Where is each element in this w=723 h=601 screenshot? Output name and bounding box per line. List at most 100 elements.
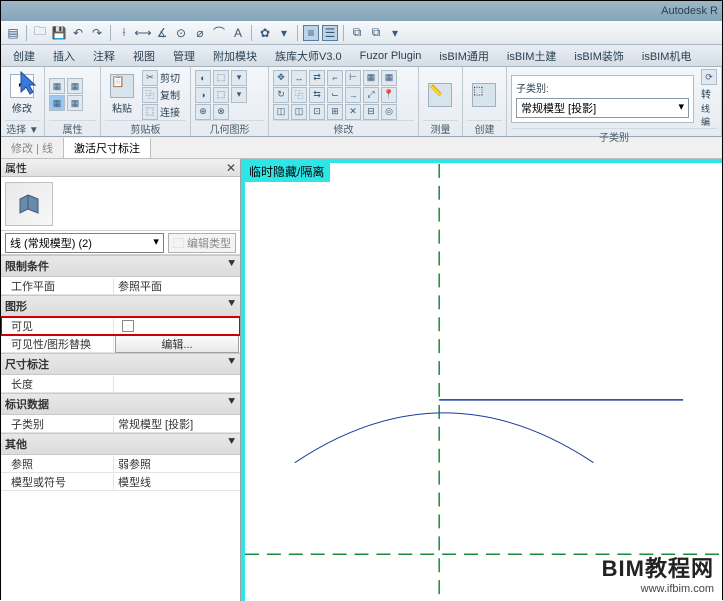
open-icon[interactable]: 🗀 [32,25,48,41]
prop-row[interactable]: 模型或符号模型线 [1,473,240,491]
dim-arc-icon[interactable]: ⌒ [211,25,227,41]
drawing-canvas[interactable]: 临时隐藏/隔离 BIM教程网 www.ifbim.com [241,159,722,601]
m1-icon[interactable]: ◫ [273,104,289,120]
panel-clip-title: 剪贴板 [105,120,186,136]
prop-ico1[interactable]: ▦ [49,78,65,94]
prop-row-visible[interactable]: 可见 [1,317,240,335]
copy-icon[interactable]: ⿻ [142,87,158,103]
qat-more-icon[interactable]: ▾ [387,25,403,41]
pin-icon[interactable]: 📍 [381,87,397,103]
prop-row[interactable]: 子类别常规模型 [投影] [1,415,240,433]
prop-row[interactable]: 参照弱参照 [1,455,240,473]
cut-icon[interactable]: ✂ [142,70,158,86]
edit-override-button[interactable]: 编辑... [115,335,239,353]
mirror2-icon[interactable]: ⇆ [309,87,325,103]
section-constraints[interactable]: 限制条件⯆ [1,255,240,277]
replicate-icon[interactable]: ⧉ [368,25,384,41]
tab-addins[interactable]: 附加模块 [205,46,265,66]
m4-icon[interactable]: ⊞ [327,104,343,120]
measure-button[interactable]: 📏 [423,81,457,109]
geom2-icon[interactable]: ⬚ [213,70,229,86]
tab-isbim4[interactable]: isBIM机电 [634,46,700,66]
align-icon[interactable]: ▦ [363,70,379,86]
section-ident[interactable]: 标识数据⯆ [1,393,240,415]
dim-diameter-icon[interactable]: ⌀ [192,25,208,41]
tab-create[interactable]: 创建 [5,46,43,66]
geom7-icon[interactable]: ⊕ [195,104,211,120]
ctx-tab-1[interactable]: 修改 | 线 [1,138,64,158]
geom5-icon[interactable]: ⬚ [213,87,229,103]
redo-icon[interactable]: ↷ [89,25,105,41]
tab-insert[interactable]: 插入 [45,46,83,66]
type-selector[interactable]: 线 (常规模型) (2)▾ [5,233,164,253]
visible-checkbox[interactable] [122,320,134,332]
undo-icon[interactable]: ↶ [70,25,86,41]
subcat-btn-icon[interactable]: ⟳ [701,69,717,85]
dim-linear-icon[interactable]: ⟷ [135,25,151,41]
geom4-icon[interactable]: ◑ [195,87,211,103]
prop-ico4[interactable]: ▦ [67,95,83,111]
tab-annotate[interactable]: 注释 [85,46,123,66]
m5-icon[interactable]: ✕ [345,104,361,120]
m2-icon[interactable]: ◫ [291,104,307,120]
panel-subcat-title: 子类别 [511,128,717,144]
split-icon[interactable]: ⊢ [345,70,361,86]
tab-view[interactable]: 视图 [125,46,163,66]
section-other[interactable]: 其他⯆ [1,433,240,455]
prop-row[interactable]: 工作平面参照平面 [1,277,240,295]
properties-title: 属性 [5,160,27,176]
ctx-tab-2[interactable]: 激活尺寸标注 [64,138,151,158]
switch-icon[interactable]: ⧉ [349,25,365,41]
geom6-icon[interactable]: ▾ [231,87,247,103]
tab-famlib[interactable]: 族库大师V3.0 [267,46,350,66]
m7-icon[interactable]: ◎ [381,104,397,120]
close-hidden-icon[interactable]: ☰ [322,25,338,41]
text-icon[interactable]: A [230,25,246,41]
trim1-icon[interactable]: ⌐ [327,70,343,86]
close-icon[interactable]: ✕ [226,161,236,175]
dim-angular-icon[interactable]: ∡ [154,25,170,41]
prop-ico2[interactable]: ▦ [67,78,83,94]
scale-icon[interactable]: ⤢ [363,87,379,103]
section-graphics[interactable]: 图形⯆ [1,295,240,317]
tab-isbim3[interactable]: isBIM装饰 [566,46,632,66]
properties-panel: 属性✕ 线 (常规模型) (2)▾ ⬚ 编辑类型 限制条件⯆ 工作平面参照平面 … [1,159,241,601]
copy2-icon[interactable]: ⿻ [291,87,307,103]
dim-aligned-icon[interactable]: ⟊ [116,25,132,41]
offset-icon[interactable]: ↔ [291,70,307,86]
edit-type-button[interactable]: ⬚ 编辑类型 [168,233,236,253]
array-icon[interactable]: ▦ [381,70,397,86]
m6-icon[interactable]: ⊟ [363,104,379,120]
trim2-icon[interactable]: ⌙ [327,87,343,103]
create-button[interactable]: ⬚ [467,81,501,109]
geom3-icon[interactable]: ▾ [231,70,247,86]
rot-icon[interactable]: ↻ [273,87,289,103]
settings-icon[interactable]: ✿ [257,25,273,41]
extend-icon[interactable]: → [345,87,361,103]
mv-icon[interactable]: ✥ [273,70,289,86]
subcat-select[interactable]: 常规模型 [投影]▾ [516,98,689,118]
mirror1-icon[interactable]: ⇄ [309,70,325,86]
subcat-btn2[interactable]: 转 [701,86,717,101]
section-dim[interactable]: 尺寸标注⯆ [1,353,240,375]
panel-measure-title: 测量 [423,120,458,136]
geom8-icon[interactable]: ⊗ [213,104,229,120]
tab-fuzor[interactable]: Fuzor Plugin [352,48,430,64]
dropdown-icon[interactable]: ▾ [276,25,292,41]
prop-row[interactable]: 可见性/图形替换编辑... [1,335,240,353]
tab-isbim2[interactable]: isBIM土建 [499,46,565,66]
paste-button[interactable]: 📋粘贴 [105,72,139,117]
thin-lines-icon[interactable]: ≡ [303,25,319,41]
m3-icon[interactable]: ⊡ [309,104,325,120]
save-icon[interactable]: 💾 [51,25,67,41]
tab-manage[interactable]: 管理 [165,46,203,66]
prop-row[interactable]: 长度 [1,375,240,393]
prop-ico3[interactable]: ▦ [49,95,65,111]
match-icon[interactable]: ⿴ [142,104,158,120]
subcat-btn3[interactable]: 线编 [701,102,717,128]
geom1-icon[interactable]: ◐ [195,70,211,86]
panel-create-title: 创建 [467,120,502,136]
tab-isbim1[interactable]: isBIM通用 [431,46,497,66]
dim-radial-icon[interactable]: ⊙ [173,25,189,41]
app-menu-icon[interactable]: ▤ [5,25,21,41]
